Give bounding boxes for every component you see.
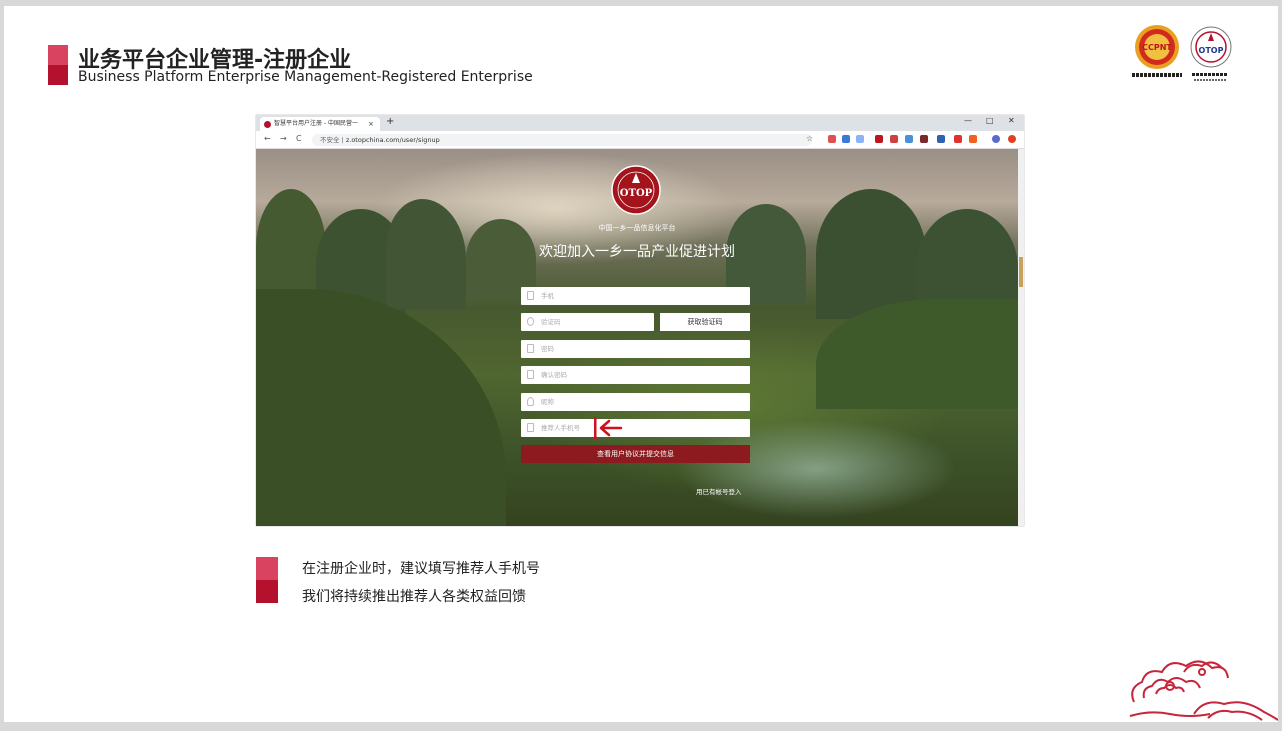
title-accent-mark: [48, 45, 68, 85]
scrollbar[interactable]: [1018, 149, 1024, 526]
new-tab-icon[interactable]: +: [386, 116, 394, 127]
confirm-password-input[interactable]: 确认密码: [521, 366, 750, 384]
ccpnt-logo: CCPNT: [1135, 25, 1179, 69]
auspicious-cloud-decoration: [1129, 660, 1278, 721]
note-accent-mark: [256, 557, 278, 603]
bookmark-star-icon[interactable]: ☆: [806, 134, 813, 143]
tab-title: 智慧平台用户注册 - 中国民营一: [274, 120, 358, 127]
extension-icon[interactable]: [842, 135, 850, 143]
extension-icon[interactable]: [875, 135, 883, 143]
svg-text:CCPNT: CCPNT: [1142, 43, 1172, 52]
extension-icon[interactable]: [890, 135, 898, 143]
get-code-button[interactable]: 获取验证码: [660, 313, 750, 331]
extension-icon[interactable]: [969, 135, 977, 143]
password-input[interactable]: 密码: [521, 340, 750, 358]
left-arrow-annotation-icon: [594, 417, 623, 439]
back-icon[interactable]: ←: [264, 134, 271, 143]
phone-input[interactable]: 手机: [521, 287, 750, 305]
extension-icon[interactable]: [1008, 135, 1016, 143]
check-circle-icon: [527, 317, 534, 326]
partner-logos: CCPNT OTOP: [1132, 24, 1232, 88]
insecure-label: 不安全 |: [320, 136, 344, 144]
submit-button[interactable]: 查看用户协议并提交信息: [521, 445, 750, 463]
lock-icon: [527, 370, 534, 379]
signup-headline: 欢迎加入一乡一品产业促进计划: [539, 244, 735, 260]
ccpnt-caption: [1132, 73, 1182, 77]
reload-icon[interactable]: C: [296, 134, 302, 143]
close-window-icon[interactable]: ✕: [1008, 116, 1015, 125]
note-line-1: 在注册企业时，建议填写推荐人手机号: [302, 561, 540, 577]
login-link[interactable]: 用已有帐号登入: [696, 486, 742, 496]
signup-page: OTOP 中国一乡一品信息化平台 欢迎加入一乡一品产业促进计划 手机 验证码 获…: [256, 149, 1018, 526]
extension-icon[interactable]: [828, 135, 836, 143]
referrer-phone-input[interactable]: 推荐人手机号: [521, 419, 750, 437]
browser-screenshot: 智慧平台用户注册 - 中国民营一 × + — □ ✕ ← → C 不安全 | z…: [256, 115, 1024, 526]
extension-icon[interactable]: [937, 135, 945, 143]
slide: 业务平台企业管理-注册企业 Business Platform Enterpri…: [4, 6, 1278, 722]
profile-avatar[interactable]: [992, 135, 1000, 143]
nickname-input[interactable]: 昵称: [521, 393, 750, 411]
otop-logo: OTOP: [1190, 26, 1232, 68]
phone-icon: [527, 423, 534, 432]
platform-name: 中国一乡一品信息化平台: [598, 224, 676, 232]
url-input[interactable]: 不安全 | z.otopchina.com/user/signup: [312, 134, 812, 146]
minimize-icon[interactable]: —: [964, 116, 972, 125]
extension-icon[interactable]: [954, 135, 962, 143]
svg-text:OTOP: OTOP: [620, 188, 653, 199]
slide-title-en: Business Platform Enterprise Management-…: [78, 69, 533, 85]
browser-tab[interactable]: 智慧平台用户注册 - 中国民营一 ×: [260, 117, 380, 131]
extension-icon[interactable]: [920, 135, 928, 143]
note-line-2: 我们将持续推出推荐人各类权益回馈: [302, 589, 526, 605]
verification-code-input[interactable]: 验证码: [521, 313, 654, 331]
tab-close-icon[interactable]: ×: [368, 117, 374, 131]
otop-caption: [1192, 73, 1228, 76]
svg-text:OTOP: OTOP: [1199, 46, 1224, 55]
lock-icon: [527, 344, 534, 353]
phone-icon: [527, 291, 534, 300]
tab-favicon-icon: [264, 121, 271, 128]
url-text: z.otopchina.com/user/signup: [345, 136, 440, 144]
extension-icon[interactable]: [905, 135, 913, 143]
user-icon: [527, 397, 534, 406]
otop-site-logo: OTOP: [611, 165, 661, 215]
maximize-icon[interactable]: □: [986, 116, 994, 125]
browser-tabbar: 智慧平台用户注册 - 中国民营一 × + — □ ✕: [256, 115, 1024, 131]
extension-icon[interactable]: [856, 135, 864, 143]
browser-addressbar: ← → C 不安全 | z.otopchina.com/user/signup …: [256, 131, 1024, 149]
scrollbar-thumb[interactable]: [1019, 257, 1023, 287]
forward-icon[interactable]: →: [280, 134, 287, 143]
otop-subcaption: [1194, 79, 1226, 81]
